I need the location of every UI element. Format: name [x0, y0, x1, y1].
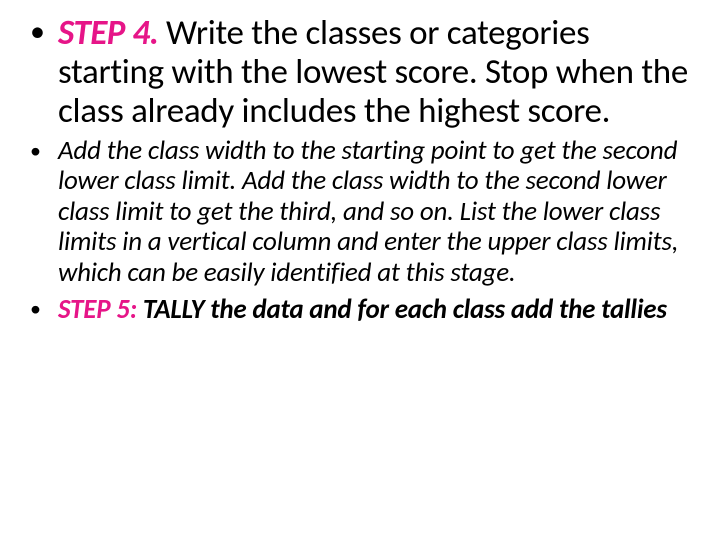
bullet-dot-icon: •: [28, 136, 58, 166]
bullet-step-4: • STEP 4. Write the classes or categorie…: [28, 14, 692, 132]
step-5-label: STEP 5:: [58, 293, 137, 326]
class-width-text: Add the class width to the starting poin…: [58, 134, 678, 289]
bullet-class-width-content: Add the class width to the starting poin…: [58, 136, 692, 289]
bullet-dot-icon: •: [28, 14, 58, 50]
bullet-dot-icon: •: [28, 294, 58, 324]
step-4-label: STEP 4.: [58, 12, 158, 54]
bullet-step-5-content: STEP 5: TALLY the data and for each clas…: [58, 294, 692, 325]
bullet-step-5: • STEP 5: TALLY the data and for each cl…: [28, 294, 692, 325]
bullet-class-width: • Add the class width to the starting po…: [28, 136, 692, 289]
step-5-body: TALLY the data and for each class add th…: [137, 293, 667, 326]
bullet-step-4-content: STEP 4. Write the classes or categories …: [58, 14, 692, 132]
